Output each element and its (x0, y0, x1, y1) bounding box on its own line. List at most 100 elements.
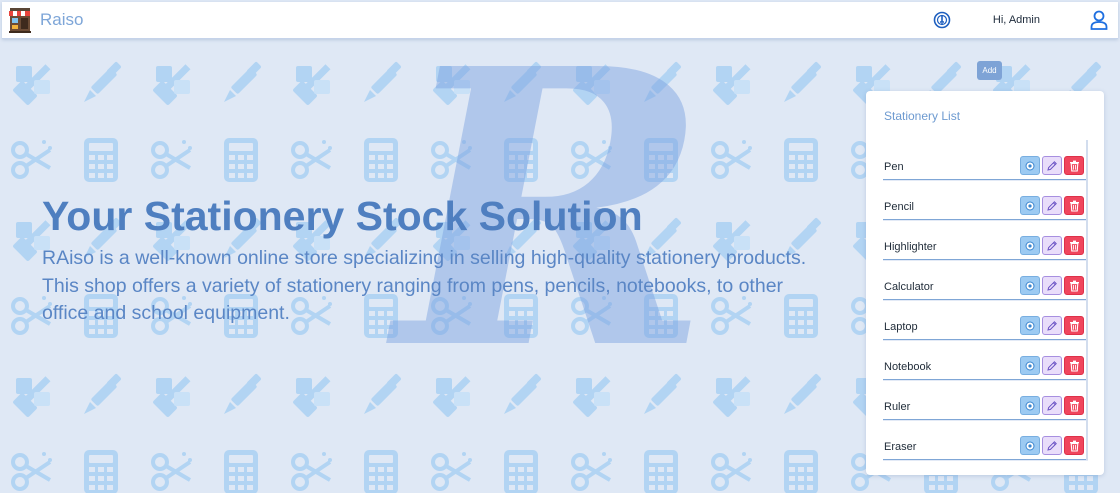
row-actions (1018, 156, 1084, 179)
pen-icon (644, 373, 682, 414)
delete-button[interactable] (1064, 236, 1084, 255)
storefront-icon (9, 8, 31, 33)
edit-pencil-icon (1046, 360, 1058, 372)
pen-icon (504, 373, 542, 414)
pencil-ruler-icon (572, 64, 611, 106)
pen-icon (224, 61, 262, 102)
pencil-ruler-icon (432, 376, 471, 418)
pencil-ruler-icon (292, 376, 331, 418)
trash-icon (1069, 400, 1080, 412)
trash-icon (1069, 440, 1080, 452)
row-actions (1018, 316, 1084, 339)
notification-bell-icon[interactable] (933, 11, 951, 29)
view-button[interactable] (1020, 196, 1040, 215)
calculator-icon (224, 138, 258, 182)
calculator-icon (784, 138, 818, 182)
pen-icon (224, 373, 262, 414)
edit-button[interactable] (1042, 236, 1062, 255)
scissors-icon (11, 138, 54, 179)
edit-pencil-icon (1046, 400, 1058, 412)
stationery-list: Pen Pencil Highlighter Calculator Laptop Note… (883, 140, 1088, 460)
calculator-icon (784, 450, 818, 493)
stationery-item-name: Pen (884, 161, 904, 173)
scissors-icon (151, 138, 194, 179)
pencil-ruler-icon (292, 64, 331, 106)
view-button[interactable] (1020, 236, 1040, 255)
view-button[interactable] (1020, 156, 1040, 175)
view-button[interactable] (1020, 316, 1040, 335)
trash-icon (1069, 160, 1080, 172)
calculator-icon (364, 450, 398, 493)
view-button[interactable] (1020, 356, 1040, 375)
calculator-icon (364, 138, 398, 182)
edit-button[interactable] (1042, 156, 1062, 175)
pencil-ruler-icon (152, 376, 191, 418)
view-icon (1025, 161, 1035, 171)
scissors-icon (431, 138, 474, 179)
pencil-ruler-icon (152, 64, 191, 106)
trash-icon (1069, 360, 1080, 372)
trash-icon (1069, 320, 1080, 332)
view-button[interactable] (1020, 396, 1040, 415)
delete-button[interactable] (1064, 156, 1084, 175)
scissors-icon (11, 450, 54, 491)
user-icon[interactable] (1090, 10, 1108, 30)
pencil-ruler-icon (432, 64, 471, 106)
scissors-icon (151, 450, 194, 491)
view-button[interactable] (1020, 276, 1040, 295)
pencil-ruler-icon (712, 376, 751, 418)
user-greeting: Hi, Admin (992, 14, 1040, 26)
stationery-item-name: Highlighter (884, 241, 937, 253)
add-button[interactable]: Add (977, 61, 1002, 80)
pencil-ruler-icon (712, 64, 751, 106)
view-icon (1025, 401, 1035, 411)
delete-button[interactable] (1064, 396, 1084, 415)
pen-icon (84, 373, 122, 414)
stationery-row: Eraser (883, 420, 1088, 460)
row-actions (1018, 436, 1084, 459)
pencil-ruler-icon (12, 376, 51, 418)
row-actions (1018, 356, 1084, 379)
calculator-icon (644, 138, 678, 182)
delete-button[interactable] (1064, 316, 1084, 335)
row-actions (1018, 276, 1084, 299)
calculator-icon (84, 138, 118, 182)
delete-button[interactable] (1064, 436, 1084, 455)
edit-button[interactable] (1042, 396, 1062, 415)
stationery-item-name: Laptop (884, 321, 918, 333)
stationery-item-name: Pencil (884, 201, 914, 213)
edit-button[interactable] (1042, 276, 1062, 295)
delete-button[interactable] (1064, 356, 1084, 375)
edit-pencil-icon (1046, 160, 1058, 172)
stationery-item-name: Notebook (884, 361, 932, 373)
pen-icon (784, 373, 822, 414)
edit-button[interactable] (1042, 436, 1062, 455)
hero-description: RAiso is a well-known online store speci… (42, 247, 807, 324)
edit-pencil-icon (1046, 280, 1058, 292)
edit-pencil-icon (1046, 440, 1058, 452)
view-button[interactable] (1020, 436, 1040, 455)
stationery-row: Pencil (883, 180, 1088, 220)
brand[interactable]: Raiso (8, 7, 83, 33)
view-icon (1025, 241, 1035, 251)
stationery-row: Pen (883, 140, 1088, 180)
trash-icon (1069, 240, 1080, 252)
delete-button[interactable] (1064, 196, 1084, 215)
stationery-row: Calculator (883, 260, 1088, 300)
pen-icon (364, 373, 402, 414)
pencil-ruler-icon (572, 376, 611, 418)
scissors-icon (291, 138, 334, 179)
scissors-icon (711, 138, 754, 179)
edit-button[interactable] (1042, 356, 1062, 375)
stationery-row: Ruler (883, 380, 1088, 420)
scissors-icon (291, 450, 334, 491)
pencil-ruler-icon (12, 64, 51, 106)
view-icon (1025, 361, 1035, 371)
stationery-row: Notebook (883, 340, 1088, 380)
stationery-row: Highlighter (883, 220, 1088, 260)
edit-button[interactable] (1042, 316, 1062, 335)
edit-button[interactable] (1042, 196, 1062, 215)
scissors-icon (571, 450, 614, 491)
scissors-icon (431, 450, 474, 491)
delete-button[interactable] (1064, 276, 1084, 295)
